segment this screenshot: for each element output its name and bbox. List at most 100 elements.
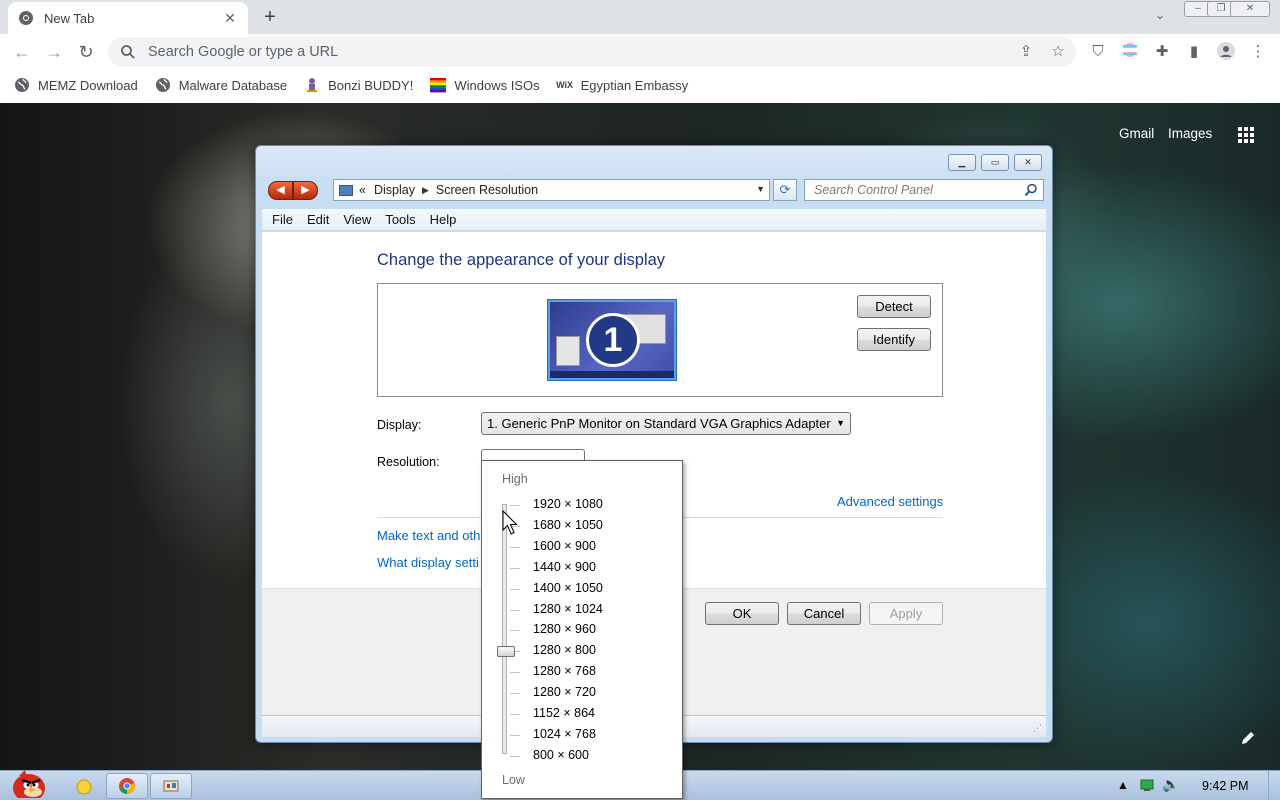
- tab-new-tab[interactable]: New Tab ✕: [8, 2, 248, 34]
- taskbar-control-panel-button[interactable]: [150, 773, 192, 799]
- cancel-button[interactable]: Cancel: [787, 602, 861, 625]
- bookmark-windows-isos[interactable]: Windows ISOs: [430, 77, 540, 93]
- pencil-icon[interactable]: [1240, 730, 1256, 746]
- breadcrumb-screen-resolution[interactable]: Screen Resolution: [436, 183, 538, 197]
- resolution-option[interactable]: 1280 × 768: [533, 664, 596, 678]
- resolution-option[interactable]: 1280 × 800: [533, 643, 596, 657]
- ok-button[interactable]: OK: [705, 602, 779, 625]
- resolution-option[interactable]: 1920 × 1080: [533, 497, 603, 511]
- resolution-option[interactable]: 1024 × 768: [533, 727, 596, 741]
- reload-icon[interactable]: ↻: [74, 40, 98, 64]
- what-display-settings-link[interactable]: What display setti: [377, 555, 479, 570]
- new-tab-button[interactable]: +: [258, 6, 282, 30]
- apps-grid-icon[interactable]: [1238, 127, 1254, 143]
- slider-tick: [510, 630, 520, 632]
- tab-title: New Tab: [44, 10, 95, 26]
- bookmark-label: Bonzi BUDDY!: [328, 77, 414, 93]
- resolution-option[interactable]: 1600 × 900: [533, 539, 596, 553]
- win-close-button[interactable]: ✕: [1014, 154, 1042, 171]
- slider-tick: [510, 693, 520, 695]
- win-minimize-button[interactable]: ▁: [948, 154, 976, 171]
- search-control-panel-input[interactable]: Search Control Panel: [804, 179, 1044, 201]
- omnibox-placeholder: Search Google or type a URL: [148, 44, 339, 60]
- bookmark-memz[interactable]: MEMZ Download: [14, 77, 138, 93]
- apply-button[interactable]: Apply: [869, 602, 943, 625]
- globe-icon: [15, 78, 29, 92]
- menu-tools[interactable]: Tools: [385, 212, 415, 227]
- forward-arrow-icon[interactable]: ▶: [293, 181, 318, 200]
- resolution-option[interactable]: 1440 × 900: [533, 560, 596, 574]
- resolution-option[interactable]: 1680 × 1050: [533, 518, 603, 532]
- search-icon[interactable]: [1024, 183, 1038, 197]
- menu-edit[interactable]: Edit: [307, 212, 329, 227]
- network-icon[interactable]: [1140, 778, 1154, 792]
- resolution-option[interactable]: 1152 × 864: [533, 706, 595, 720]
- identify-button[interactable]: Identify: [857, 328, 931, 351]
- advanced-settings-link[interactable]: Advanced settings: [837, 494, 943, 509]
- show-hidden-icons-icon[interactable]: ▲: [1117, 778, 1129, 792]
- resolution-slider-thumb[interactable]: [497, 646, 515, 658]
- slider-tick: [510, 546, 520, 548]
- kebab-menu-icon[interactable]: ⋮: [1248, 42, 1268, 62]
- images-link[interactable]: Images: [1168, 126, 1212, 141]
- share-icon[interactable]: ⇪: [1016, 42, 1036, 62]
- win-maximize-button[interactable]: ▭: [981, 154, 1009, 171]
- omnibox[interactable]: Search Google or type a URL: [108, 37, 1076, 67]
- resolution-option[interactable]: 800 × 600: [533, 748, 589, 762]
- slider-tick: [510, 505, 520, 506]
- breadcrumb-arrow-icon[interactable]: ▶: [422, 185, 429, 196]
- puzzle-extensions-icon[interactable]: ✚: [1152, 42, 1172, 62]
- back-arrow-icon[interactable]: ←: [10, 40, 34, 64]
- folder-icon: [76, 779, 92, 795]
- star-icon[interactable]: ☆: [1048, 42, 1068, 62]
- display-select[interactable]: 1. Generic PnP Monitor on Standard VGA G…: [481, 412, 851, 435]
- resolution-option[interactable]: 1400 × 1050: [533, 581, 603, 595]
- forward-arrow-icon[interactable]: →: [42, 40, 66, 64]
- detect-button[interactable]: Detect: [857, 295, 931, 318]
- bookmark-bonzi-buddy[interactable]: Bonzi BUDDY!: [304, 77, 413, 93]
- resolution-option[interactable]: 1280 × 1024: [533, 602, 603, 616]
- nav-arrows: ◀ ▶: [268, 181, 318, 200]
- menu-help[interactable]: Help: [430, 212, 457, 227]
- browser-toolbar: ← → ↻ Search Google or type a URL ⇪ ☆ ⛉ …: [0, 34, 1280, 70]
- menu-bar: File Edit View Tools Help: [262, 209, 1046, 231]
- profile-avatar-icon[interactable]: [1216, 42, 1236, 62]
- taskbar-chrome-button[interactable]: [106, 773, 148, 799]
- close-window-button[interactable]: ✕: [1230, 1, 1270, 17]
- text-size-link[interactable]: Make text and oth: [377, 528, 480, 543]
- bookmark-label: Egyptian Embassy: [580, 77, 689, 93]
- resize-grip-icon[interactable]: ⋰: [1033, 723, 1042, 734]
- close-icon[interactable]: ✕: [222, 10, 238, 27]
- taskbar-explorer-button[interactable]: [62, 773, 104, 799]
- bookmark-malware-database[interactable]: Malware Database: [155, 77, 287, 93]
- wix-icon: WiX: [556, 80, 574, 90]
- chevron-down-icon[interactable]: ▼: [756, 184, 765, 194]
- menu-file[interactable]: File: [272, 212, 293, 227]
- chrome-icon: [19, 11, 33, 25]
- back-arrow-icon[interactable]: ◀: [268, 181, 293, 200]
- tab-strip: New Tab ✕ + ⌄ – ❐ ✕: [0, 0, 1280, 34]
- show-desktop-button[interactable]: [1268, 771, 1280, 800]
- bookmark-egyptian-embassy[interactable]: WiX Egyptian Embassy: [556, 77, 689, 93]
- volume-icon[interactable]: 🔈: [1162, 776, 1179, 793]
- resolution-option[interactable]: 1280 × 720: [533, 685, 596, 699]
- gmail-link[interactable]: Gmail: [1119, 126, 1154, 141]
- refresh-button[interactable]: ⟳: [773, 179, 797, 201]
- resolution-slider-track[interactable]: [502, 504, 507, 754]
- taskbar-clock[interactable]: 9:42 PM: [1202, 779, 1249, 793]
- flag-extension-icon[interactable]: [1120, 42, 1140, 62]
- resolution-option[interactable]: 1280 × 960: [533, 622, 596, 636]
- side-panel-icon[interactable]: ▮: [1184, 42, 1204, 62]
- angry-bird-icon: [13, 770, 45, 798]
- chevron-down-icon: ▼: [836, 418, 845, 428]
- shield-extension-icon[interactable]: ⛉: [1088, 42, 1108, 62]
- slider-tick: [510, 567, 520, 569]
- menu-view[interactable]: View: [343, 212, 371, 227]
- start-button[interactable]: [4, 770, 50, 799]
- mini-taskbar: [550, 371, 674, 378]
- breadcrumb-display[interactable]: Display: [374, 183, 415, 197]
- address-bar[interactable]: « Display ▶ Screen Resolution ▼: [333, 179, 770, 201]
- chevron-down-icon[interactable]: ⌄: [1150, 8, 1170, 28]
- monitor-1-icon[interactable]: 1: [548, 300, 676, 380]
- breadcrumb-prefix: «: [359, 183, 366, 197]
